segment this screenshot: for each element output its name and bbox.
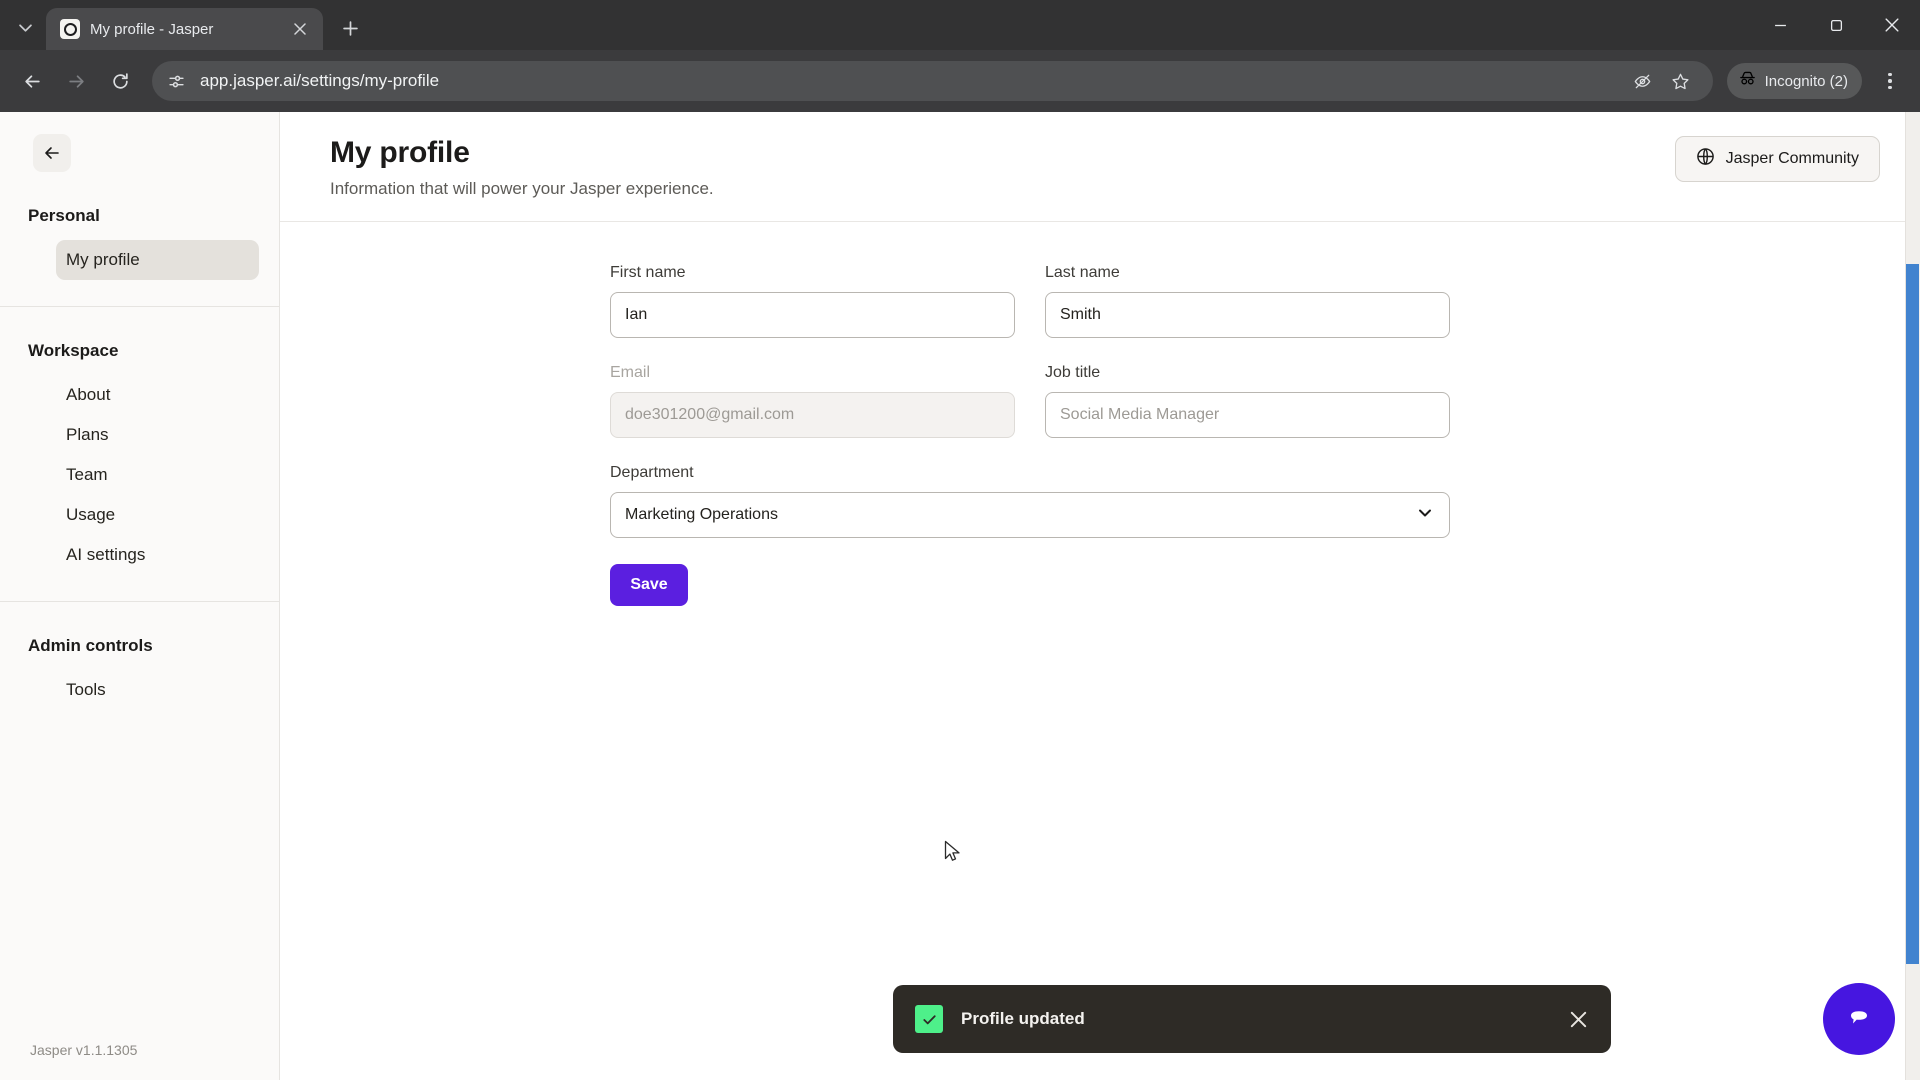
tab-search-icon[interactable] bbox=[8, 10, 42, 44]
sidebar-group-title-admin: Admin controls bbox=[28, 636, 153, 655]
jasper-favicon bbox=[60, 19, 80, 39]
settings-sidebar: Personal My profile Workspace About Plan… bbox=[0, 112, 280, 1080]
incognito-profile-button[interactable]: Incognito (2) bbox=[1726, 63, 1862, 99]
sidebar-group-title-personal: Personal bbox=[28, 206, 100, 225]
form-row-department: Department Marketing Operations bbox=[610, 464, 1450, 538]
form-row-name: First name Ian Last name Smith bbox=[610, 264, 1450, 338]
page-settings-icon[interactable] bbox=[162, 67, 190, 95]
job-title-label: Job title bbox=[1045, 364, 1101, 381]
job-title-field: Job title Social Media Manager bbox=[1045, 364, 1450, 438]
first-name-field: First name Ian bbox=[610, 264, 1015, 338]
tab-strip: My profile - Jasper bbox=[0, 0, 1920, 50]
sidebar-item-label: Usage bbox=[66, 505, 116, 524]
last-name-input[interactable]: Smith bbox=[1045, 292, 1450, 338]
form-row-contact: Email doe301200@gmail.com Job title Soci… bbox=[610, 364, 1450, 438]
sidebar-item-tools[interactable]: Tools bbox=[56, 670, 259, 710]
window-controls bbox=[1752, 0, 1920, 50]
sidebar-back-wrap bbox=[0, 112, 279, 172]
page-subtitle: Information that will power your Jasper … bbox=[330, 179, 714, 198]
window-close-button[interactable] bbox=[1864, 0, 1920, 50]
page-scrollbar[interactable] bbox=[1905, 112, 1920, 1080]
sidebar-item-team[interactable]: Team bbox=[56, 455, 259, 495]
toast-message: Profile updated bbox=[961, 1009, 1085, 1028]
department-value: Marketing Operations bbox=[625, 506, 778, 523]
sidebar-group-workspace: Workspace About Plans Team Usage AI sett… bbox=[0, 307, 279, 575]
email-label: Email bbox=[610, 364, 651, 381]
toast-notification: Profile updated bbox=[893, 985, 1611, 1053]
sidebar-item-plans[interactable]: Plans bbox=[56, 415, 259, 455]
email-field: Email doe301200@gmail.com bbox=[610, 364, 1015, 438]
sidebar-item-label: About bbox=[66, 385, 111, 404]
reload-icon[interactable] bbox=[100, 61, 140, 101]
sidebar-item-my-profile[interactable]: My profile bbox=[56, 240, 259, 280]
department-label: Department bbox=[610, 464, 694, 481]
page-header: My profile Information that will power y… bbox=[280, 112, 1920, 222]
globe-icon bbox=[1696, 147, 1715, 171]
page-title: My profile bbox=[330, 136, 470, 169]
browser-toolbar: app.jasper.ai/settings/my-profile Incogn… bbox=[0, 50, 1920, 112]
browser-window: My profile - Jasper app.jasper.ai/settin… bbox=[0, 0, 1920, 1080]
three-dot-menu-icon[interactable] bbox=[1872, 63, 1908, 99]
first-name-label: First name bbox=[610, 264, 686, 281]
incognito-label: Incognito (2) bbox=[1764, 72, 1848, 90]
window-minimize-button[interactable] bbox=[1752, 0, 1808, 50]
email-input: doe301200@gmail.com bbox=[610, 392, 1015, 438]
profile-form: First name Ian Last name Smith Email doe… bbox=[610, 264, 1450, 606]
eye-off-icon[interactable] bbox=[1625, 63, 1661, 99]
sidebar-item-label: Tools bbox=[66, 680, 106, 699]
back-icon[interactable] bbox=[12, 61, 52, 101]
toast-close-icon[interactable] bbox=[1565, 1006, 1591, 1032]
new-tab-button[interactable] bbox=[333, 11, 367, 45]
tab-close-icon[interactable] bbox=[287, 16, 313, 42]
sidebar-item-label: AI settings bbox=[66, 545, 146, 564]
window-maximize-button[interactable] bbox=[1808, 0, 1864, 50]
sidebar-group-admin: Admin controls Tools bbox=[0, 602, 279, 710]
job-title-input[interactable]: Social Media Manager bbox=[1045, 392, 1450, 438]
url-text: app.jasper.ai/settings/my-profile bbox=[200, 71, 440, 90]
chevron-down-icon bbox=[1415, 503, 1435, 528]
sidebar-item-about[interactable]: About bbox=[56, 375, 259, 415]
first-name-input[interactable]: Ian bbox=[610, 292, 1015, 338]
sidebar-item-ai-settings[interactable]: AI settings bbox=[56, 535, 259, 575]
department-select[interactable]: Marketing Operations bbox=[610, 492, 1450, 538]
sidebar-group-personal: Personal My profile bbox=[0, 172, 279, 280]
app-version-label: Jasper v1.1.1305 bbox=[30, 1042, 138, 1058]
back-button[interactable] bbox=[33, 134, 71, 172]
sidebar-item-label: My profile bbox=[66, 250, 140, 269]
last-name-label: Last name bbox=[1045, 264, 1120, 281]
incognito-icon bbox=[1738, 69, 1757, 93]
sidebar-item-label: Plans bbox=[66, 425, 109, 444]
star-icon[interactable] bbox=[1663, 63, 1699, 99]
forward-icon[interactable] bbox=[56, 61, 96, 101]
main-content: My profile Information that will power y… bbox=[280, 112, 1920, 1080]
mouse-cursor bbox=[944, 840, 961, 869]
scrollbar-thumb[interactable] bbox=[1906, 264, 1919, 964]
jasper-community-label: Jasper Community bbox=[1725, 150, 1859, 167]
sidebar-group-title-workspace: Workspace bbox=[28, 341, 119, 360]
last-name-field: Last name Smith bbox=[1045, 264, 1450, 338]
page-viewport: Personal My profile Workspace About Plan… bbox=[0, 112, 1920, 1080]
chat-bubble-icon bbox=[1851, 1011, 1867, 1024]
jasper-community-button[interactable]: Jasper Community bbox=[1674, 136, 1880, 182]
profile-form-area: First name Ian Last name Smith Email doe… bbox=[280, 222, 1920, 1080]
department-field: Department Marketing Operations bbox=[610, 464, 1450, 538]
sidebar-item-usage[interactable]: Usage bbox=[56, 495, 259, 535]
browser-tab[interactable]: My profile - Jasper bbox=[46, 8, 323, 50]
address-bar[interactable]: app.jasper.ai/settings/my-profile bbox=[152, 61, 1713, 101]
omnibox-actions bbox=[1625, 63, 1699, 99]
tab-title: My profile - Jasper bbox=[90, 20, 214, 38]
check-icon bbox=[915, 1005, 943, 1033]
chat-bubble-button[interactable] bbox=[1823, 983, 1895, 1055]
save-button[interactable]: Save bbox=[610, 564, 688, 606]
sidebar-item-label: Team bbox=[66, 465, 108, 484]
page-header-text: My profile Information that will power y… bbox=[330, 136, 714, 199]
